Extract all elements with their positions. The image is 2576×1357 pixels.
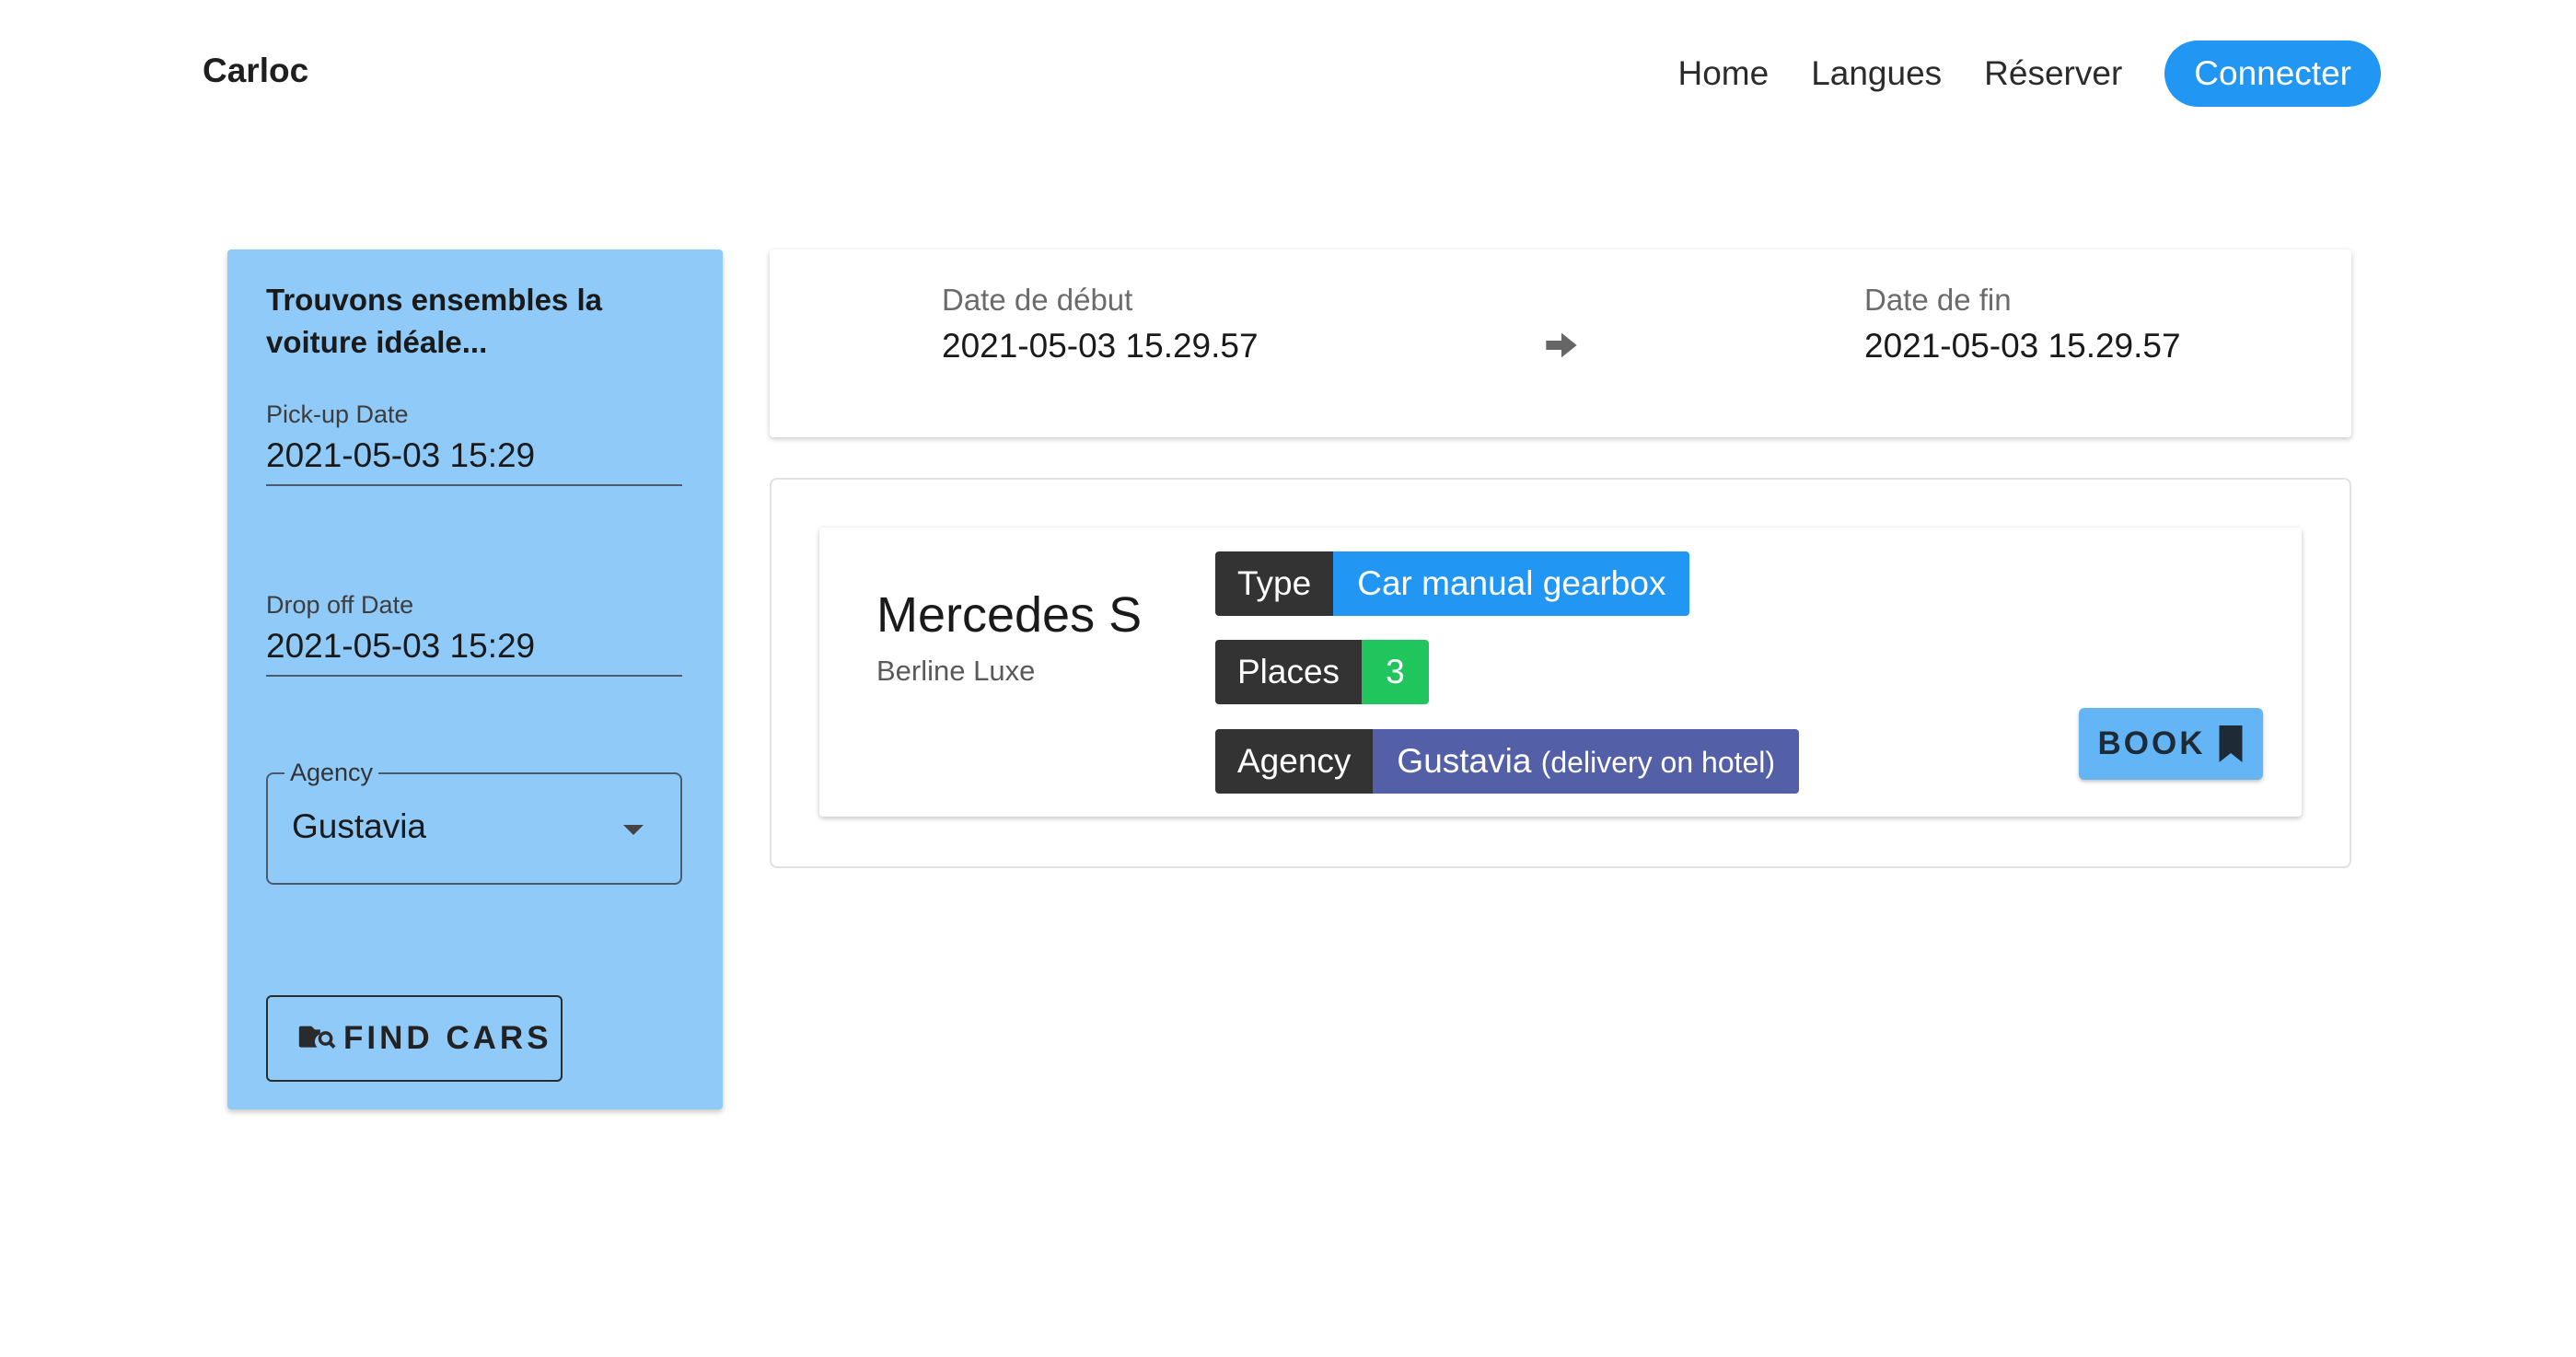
dropoff-date-field[interactable]: Drop off Date 2021-05-03 15:29 [266, 591, 682, 677]
car-name: Mercedes S [876, 587, 1143, 643]
end-date-block: Date de fin 2021-05-03 15.29.57 [1864, 283, 2181, 365]
find-cars-label: FIND CARS [343, 1020, 552, 1056]
car-card: Mercedes S Berline Luxe Type Car manual … [819, 528, 2302, 817]
type-badge-value: Car manual gearbox [1333, 551, 1690, 616]
agency-badge-note: (delivery on hotel) [1540, 746, 1776, 779]
book-button[interactable]: BOOK [2079, 708, 2263, 780]
start-date-block: Date de début 2021-05-03 15.29.57 [942, 283, 1259, 365]
nav-langues[interactable]: Langues [1811, 54, 1942, 93]
places-badge: Places 3 [1215, 640, 1429, 704]
folder-search-icon [298, 1026, 336, 1049]
arrow-right-icon [1546, 332, 1577, 358]
end-date-value: 2021-05-03 15.29.57 [1864, 327, 2181, 365]
agency-select[interactable]: Agency Gustavia [266, 759, 682, 885]
agency-select-label: Agency [284, 759, 379, 787]
search-panel: Trouvons ensembles la voiture idéale... … [227, 249, 723, 1109]
pickup-date-field[interactable]: Pick-up Date 2021-05-03 15:29 [266, 400, 682, 486]
connect-button[interactable]: Connecter [2164, 41, 2381, 107]
caret-down-icon[interactable] [623, 825, 644, 835]
bookmark-icon [2219, 725, 2242, 762]
pickup-date-input[interactable]: 2021-05-03 15:29 [266, 429, 682, 486]
start-date-value: 2021-05-03 15.29.57 [942, 327, 1259, 365]
dropoff-date-input[interactable]: 2021-05-03 15:29 [266, 620, 682, 677]
pickup-date-label: Pick-up Date [266, 400, 409, 428]
agency-badge-key: Agency [1215, 729, 1374, 794]
end-date-label: Date de fin [1864, 283, 2012, 317]
agency-badge-name: Gustavia [1397, 742, 1532, 780]
agency-badge: Agency Gustavia (delivery on hotel) [1215, 729, 1800, 794]
places-badge-key: Places [1215, 640, 1363, 704]
agency-select-value[interactable]: Gustavia [292, 807, 426, 846]
search-panel-title: Trouvons ensembles la voiture idéale... [266, 283, 602, 359]
start-date-label: Date de début [942, 283, 1133, 317]
agency-badge-value: Gustavia (delivery on hotel) [1373, 729, 1800, 794]
nav-reserver[interactable]: Réserver [1984, 54, 2122, 93]
find-cars-button[interactable]: FIND CARS [266, 995, 563, 1082]
car-category: Berline Luxe [876, 655, 1036, 687]
places-badge-value: 3 [1362, 640, 1429, 704]
type-badge: Type Car manual gearbox [1215, 551, 1690, 616]
type-badge-key: Type [1215, 551, 1334, 616]
nav-home[interactable]: Home [1678, 54, 1770, 93]
main-nav: Home Langues Réserver Connecter [1678, 41, 2381, 107]
dropoff-date-label: Drop off Date [266, 591, 414, 619]
book-label: BOOK [2097, 725, 2206, 761]
dates-summary-card: Date de début 2021-05-03 15.29.57 Date d… [770, 249, 2351, 437]
brand-logo[interactable]: Carloc [203, 52, 308, 90]
results-container: Mercedes S Berline Luxe Type Car manual … [770, 478, 2351, 868]
